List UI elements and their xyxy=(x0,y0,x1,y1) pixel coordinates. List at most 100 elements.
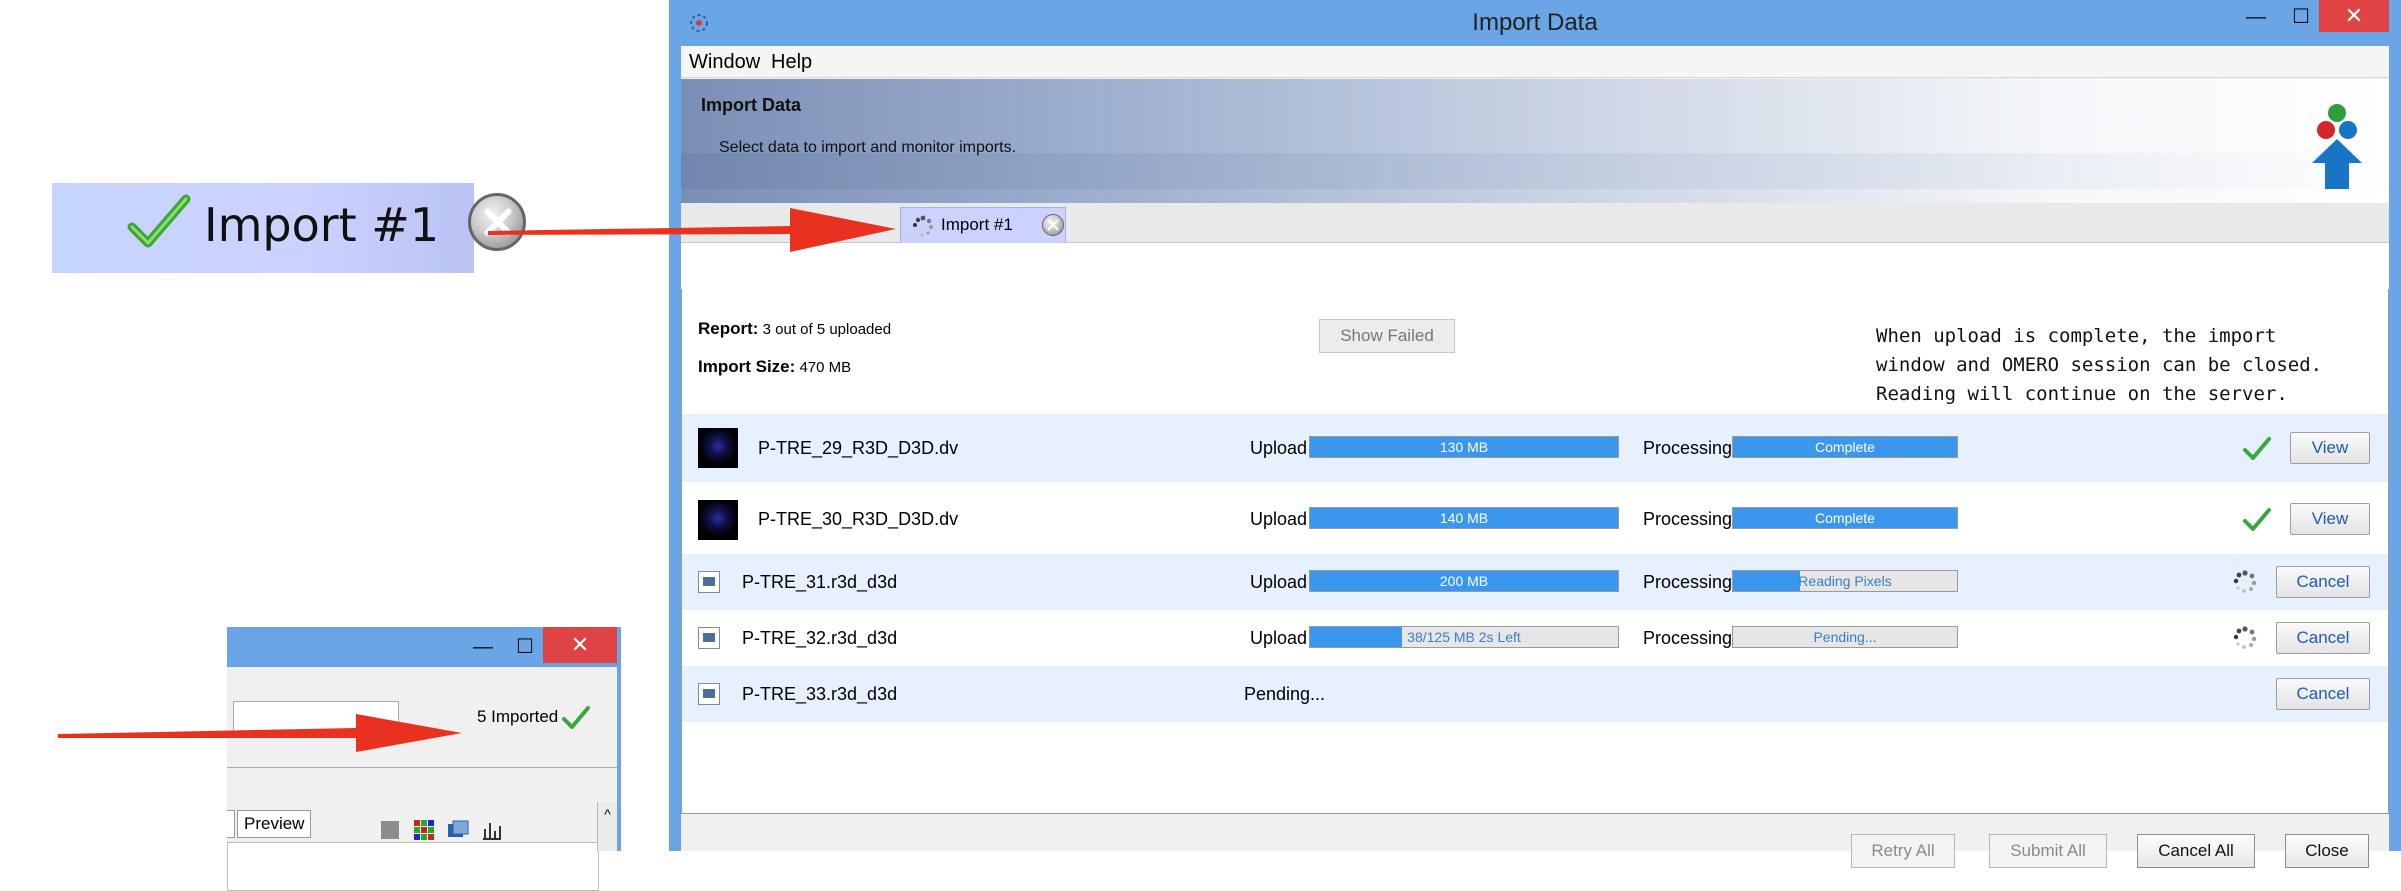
processing-progress-text: Pending... xyxy=(1813,629,1877,645)
upload-progress-text: 200 MB xyxy=(1439,573,1489,589)
imported-status[interactable]: 5 Imported xyxy=(477,705,558,729)
processing-progress-text: Complete xyxy=(1815,439,1875,455)
file-name: P-TRE_32.r3d_d3d xyxy=(742,628,898,648)
zoomed-tab-label: Import #1 xyxy=(204,198,440,252)
processing-progress-bar: Complete xyxy=(1732,436,1958,458)
tab-label: Import #1 xyxy=(941,215,1013,234)
upload-progress-text: 38/125 MB 2s Left xyxy=(1407,629,1521,645)
menu-help[interactable]: Help xyxy=(771,46,812,78)
check-icon xyxy=(2243,508,2271,531)
list-item: P-TRE_31.r3d_d3d Upload 200 MB Processin… xyxy=(682,554,2388,610)
grid-icon[interactable] xyxy=(413,819,435,841)
upload-label: Upload xyxy=(1250,509,1308,529)
mini-content-panel xyxy=(227,842,599,891)
scrollbar-up[interactable]: ^ xyxy=(597,802,617,851)
import-file-list: P-TRE_29_R3D_D3D.dv Upload 130 MB Proces… xyxy=(681,414,2389,814)
show-failed-button[interactable]: Show Failed xyxy=(1319,319,1455,353)
file-icon xyxy=(698,683,720,705)
report-summary: Report: 3 out of 5 uploaded xyxy=(698,319,891,339)
mini-text-field[interactable] xyxy=(233,701,399,733)
file-icon xyxy=(698,627,720,649)
check-icon xyxy=(2243,437,2271,460)
list-item: P-TRE_33.r3d_d3d Pending... Cancel xyxy=(682,666,2388,722)
retry-all-button[interactable]: Retry All xyxy=(1851,834,1955,868)
cancel-button[interactable]: Cancel xyxy=(2276,566,2370,598)
view-button[interactable]: View xyxy=(2290,432,2370,464)
image-stack-icon[interactable] xyxy=(447,819,469,841)
processing-progress-bar: Reading Pixels xyxy=(1732,570,1958,592)
mini-window-fragment: — ☐ ✕ 5 Imported Preview ^ xyxy=(227,627,621,891)
upload-label: Upload xyxy=(1250,572,1308,592)
file-name: P-TRE_31.r3d_d3d xyxy=(742,572,898,592)
maximize-button[interactable]: ☐ xyxy=(505,633,545,661)
upload-progress-bar: 38/125 MB 2s Left xyxy=(1309,626,1619,648)
menu-bar: Window Help xyxy=(681,46,2389,78)
window-client: Window Help Import Data Select data to i… xyxy=(681,46,2389,868)
spinner-icon xyxy=(2233,570,2257,593)
submit-all-button[interactable]: Submit All xyxy=(1989,834,2107,868)
window-title: Import Data xyxy=(1472,9,1598,36)
list-item: P-TRE_32.r3d_d3d Upload 38/125 MB 2s Lef… xyxy=(682,610,2388,666)
list-item: P-TRE_30_R3D_D3D.dv Upload 140 MB Proces… xyxy=(682,482,2388,554)
mini-title-bar: — ☐ ✕ xyxy=(227,627,617,667)
maximize-button[interactable]: ☐ xyxy=(2279,2,2323,34)
import-size-value: 470 MB xyxy=(799,359,852,376)
upload-progress-text: 130 MB xyxy=(1439,439,1489,455)
image-thumbnail xyxy=(698,500,738,540)
minimize-button[interactable]: — xyxy=(463,633,503,661)
file-name: P-TRE_29_R3D_D3D.dv xyxy=(758,438,959,458)
menu-window[interactable]: Window xyxy=(689,46,760,78)
grey-square-icon[interactable] xyxy=(379,819,401,841)
close-window-button[interactable]: Close xyxy=(2285,834,2369,868)
file-name: P-TRE_30_R3D_D3D.dv xyxy=(758,509,959,529)
close-tab-icon[interactable] xyxy=(468,193,526,251)
import-report-panel: Report: 3 out of 5 uploaded Import Size:… xyxy=(681,289,2389,414)
processing-label: Processing xyxy=(1643,628,1733,648)
report-label: Report: xyxy=(698,319,759,338)
processing-label: Processing xyxy=(1643,438,1733,458)
histogram-icon[interactable] xyxy=(481,819,503,841)
check-icon xyxy=(127,194,191,248)
processing-progress-bar: Complete xyxy=(1732,507,1958,529)
close-tab-icon[interactable] xyxy=(1042,214,1064,236)
processing-progress-bar: Pending... xyxy=(1732,626,1958,648)
zoomed-tab-callout: Import #1 xyxy=(52,183,526,273)
close-button[interactable]: ✕ xyxy=(2319,0,2389,32)
mini-toolbar xyxy=(379,819,503,841)
import-size-label: Import Size: xyxy=(698,357,796,376)
cancel-button[interactable]: Cancel xyxy=(2276,622,2370,654)
file-name: P-TRE_33.r3d_d3d xyxy=(742,684,898,704)
upload-progress-bar: 140 MB xyxy=(1309,507,1619,529)
import-size: Import Size: 470 MB xyxy=(698,357,851,377)
spinner-icon xyxy=(913,215,933,237)
file-icon xyxy=(698,571,720,593)
processing-label: Processing xyxy=(1643,509,1733,529)
upload-progress-bar: 130 MB xyxy=(1309,436,1619,458)
processing-label: Processing xyxy=(1643,572,1733,592)
minimize-button[interactable]: — xyxy=(2234,2,2278,34)
header-banner: Import Data Select data to import and mo… xyxy=(681,79,2389,203)
processing-progress-text: Complete xyxy=(1815,510,1875,526)
processing-progress-text: Reading Pixels xyxy=(1798,573,1892,589)
banner-subtitle: Select data to import and monitor import… xyxy=(719,139,1017,156)
banner-title: Import Data xyxy=(701,95,802,115)
spinner-icon xyxy=(2233,626,2257,649)
upload-label: Upload xyxy=(1250,438,1308,458)
cancel-all-button[interactable]: Cancel All xyxy=(2137,834,2255,868)
close-button[interactable]: ✕ xyxy=(543,627,617,663)
tab-import-1[interactable]: Import #1 xyxy=(900,207,1066,243)
list-item: P-TRE_29_R3D_D3D.dv Upload 130 MB Proces… xyxy=(682,414,2388,482)
view-button[interactable]: View xyxy=(2290,503,2370,535)
footer-button-bar: Retry All Submit All Cancel All Close xyxy=(681,816,2389,868)
upload-label: Upload xyxy=(1250,628,1308,648)
import-data-window: Import Data — ☐ ✕ Window Help Import Dat… xyxy=(669,0,2401,868)
cancel-button[interactable]: Cancel xyxy=(2276,678,2370,710)
image-thumbnail xyxy=(698,428,738,468)
report-value: 3 out of 5 uploaded xyxy=(762,321,892,338)
tab-edge xyxy=(227,810,235,838)
pending-status: Pending... xyxy=(1244,684,1326,704)
divider xyxy=(227,767,617,768)
title-bar[interactable]: Import Data — ☐ ✕ xyxy=(669,0,2401,46)
tab-preview[interactable]: Preview xyxy=(237,810,311,838)
upload-notice: When upload is complete, the import wind… xyxy=(1876,325,2323,405)
